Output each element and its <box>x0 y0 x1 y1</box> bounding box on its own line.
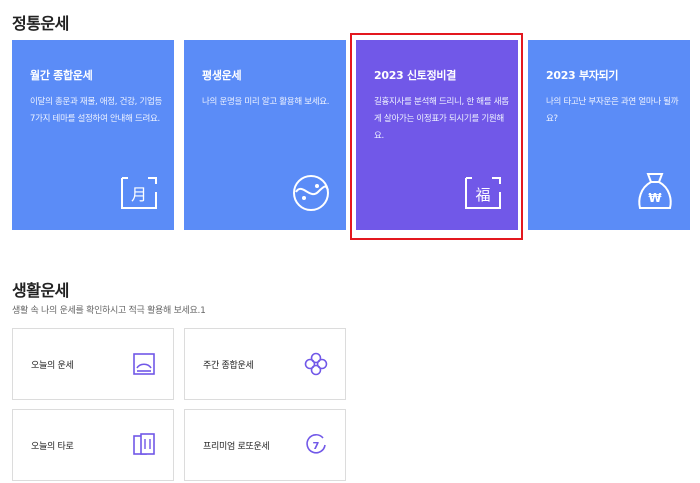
life-item-label: 오늘의 타로 <box>31 442 74 452</box>
svg-text:₩: ₩ <box>648 191 662 205</box>
tarot-cards-icon <box>133 433 155 455</box>
lucky-seven-icon: 7 <box>306 433 326 454</box>
life-item-weekly-fortune[interactable]: 주간 종합운세 <box>184 328 346 400</box>
card-description: 길흉지사를 분석해 드리니, 한 해를 새롭게 살아가는 이정표가 되시기를 기… <box>374 97 509 141</box>
card-monthly-fortune[interactable]: 월간 종합운세 이달의 총운과 재물, 애정, 건강, 기업등 7가지 테마를 … <box>12 40 174 230</box>
svg-text:月: 月 <box>131 185 147 204</box>
card-title: 2023 신토정비결 <box>374 69 457 82</box>
card-description: 나의 타고난 부자운은 과연 얼마나 될까요? <box>546 97 679 124</box>
card-description: 이달의 총운과 재물, 애정, 건강, 기업등 7가지 테마를 설정하여 안내해… <box>30 97 163 124</box>
clover-icon <box>304 352 328 376</box>
calendar-month-icon: 月 <box>121 177 157 209</box>
card-lifetime-fortune[interactable]: 평생운세 나의 운명을 미리 알고 활용해 보세요. <box>184 40 346 230</box>
section-title-life: 생활운세 <box>12 281 69 300</box>
svg-text:7: 7 <box>313 441 320 452</box>
card-title: 월간 종합운세 <box>30 69 93 82</box>
life-item-label: 주간 종합운세 <box>203 361 254 371</box>
sunrise-frame-icon <box>133 353 155 375</box>
card-tojeong-2023[interactable]: 2023 신토정비결 길흉지사를 분석해 드리니, 한 해를 새롭게 살아가는 … <box>356 40 518 230</box>
life-item-label: 오늘의 운세 <box>31 361 74 371</box>
yin-yang-face-icon <box>293 175 329 211</box>
fortune-card-list: 월간 종합운세 이달의 총운과 재물, 애정, 건강, 기업등 7가지 테마를 … <box>12 40 692 230</box>
money-bag-icon: ₩ <box>638 173 672 209</box>
svg-text:福: 福 <box>475 186 490 204</box>
life-item-premium-lotto[interactable]: 프리미엄 로또운세 7 <box>184 409 346 481</box>
section-title-fortune: 정통운세 <box>12 14 69 33</box>
card-get-rich-2023[interactable]: 2023 부자되기 나의 타고난 부자운은 과연 얼마나 될까요? ₩ <box>528 40 690 230</box>
fortune-blessing-icon: 福 <box>465 177 501 209</box>
card-title: 평생운세 <box>202 69 242 82</box>
card-description: 나의 운명을 미리 알고 활용해 보세요. <box>202 97 330 107</box>
life-item-label: 프리미엄 로또운세 <box>203 442 270 452</box>
section-subtitle-life: 생활 속 나의 운세를 확인하시고 적극 활용해 보세요.1 <box>12 306 206 316</box>
life-item-today-tarot[interactable]: 오늘의 타로 <box>12 409 174 481</box>
life-item-today-fortune[interactable]: 오늘의 운세 <box>12 328 174 400</box>
card-title: 2023 부자되기 <box>546 69 619 82</box>
